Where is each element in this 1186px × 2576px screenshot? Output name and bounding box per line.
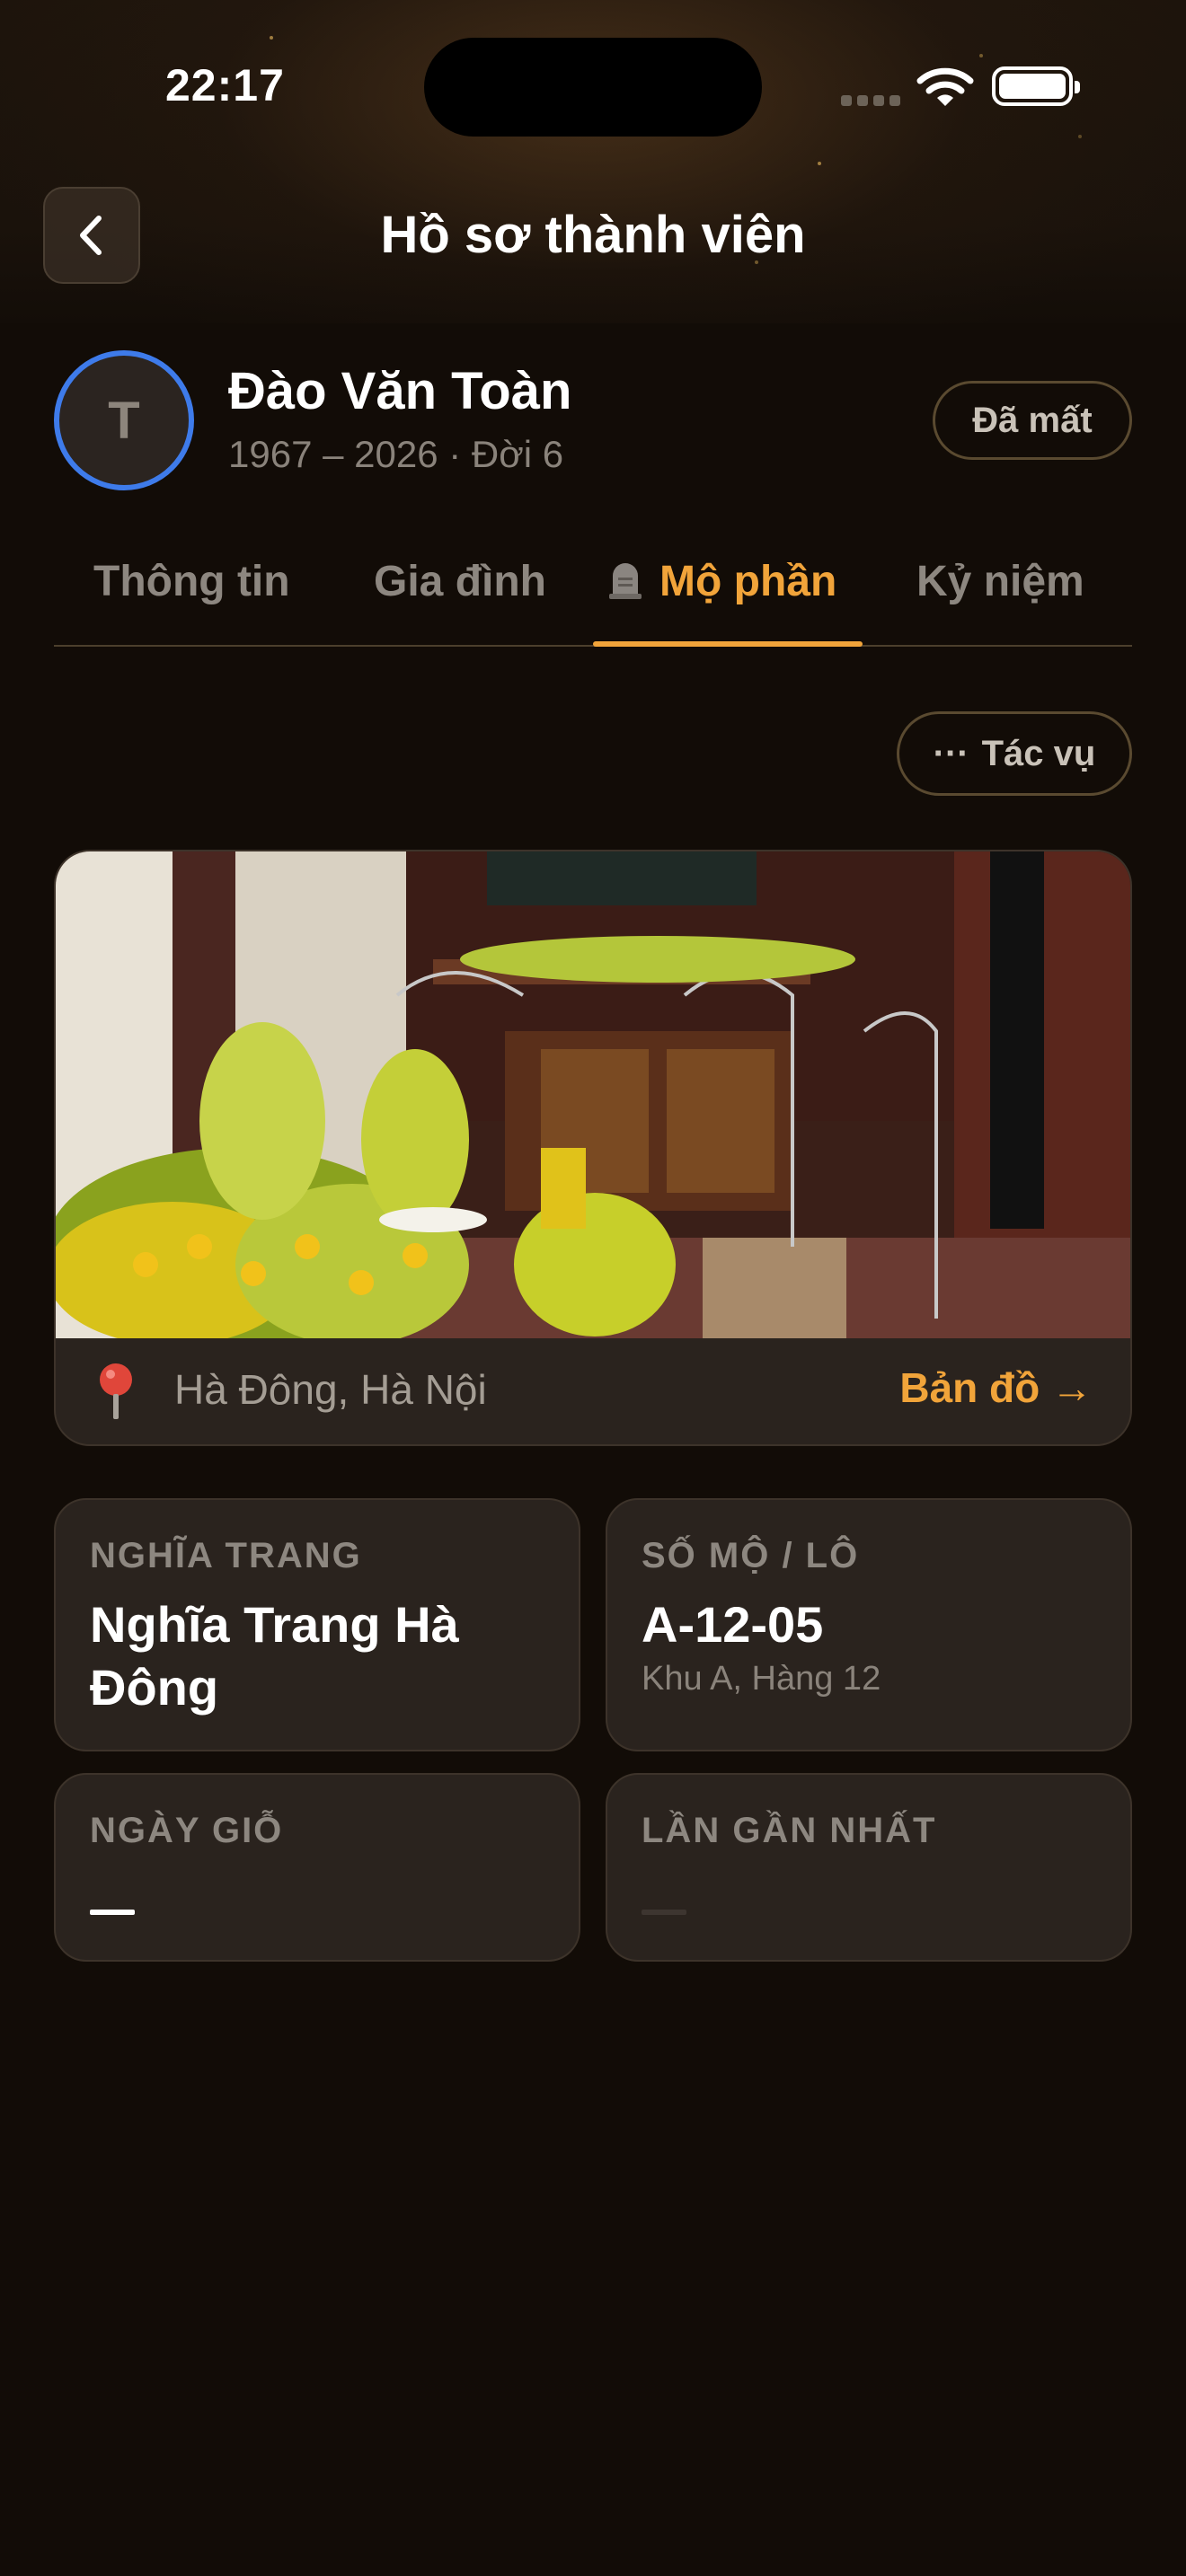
anniversary-value-empty — [90, 1910, 135, 1915]
more-icon: ··· — [933, 733, 969, 773]
grave-photo[interactable] — [56, 851, 1132, 1338]
dynamic-island — [424, 38, 762, 137]
avatar: T — [54, 350, 194, 490]
status-time: 22:17 — [165, 60, 285, 110]
anniversary-card: NGÀY GIỖ — [54, 1773, 580, 1962]
map-link[interactable]: Bản đồ → — [899, 1363, 1093, 1412]
tab-memories[interactable]: Kỷ niệm — [916, 557, 1084, 606]
avatar-letter: T — [108, 391, 140, 450]
page-title: Hồ sơ thành viên — [380, 206, 806, 264]
tab-bar: Thông tin Gia đình Mộ phần Kỷ niệm — [54, 539, 1132, 647]
tab-info[interactable]: Thông tin — [93, 557, 290, 606]
tab-label: Mộ phần — [659, 558, 837, 605]
signal-icon — [841, 95, 900, 106]
plot-detail: Khu A, Hàng 12 — [642, 1660, 881, 1698]
card-label: SỐ MỘ / LÔ — [642, 1536, 860, 1575]
profile-subtitle: 1967 – 2026 · Đời 6 — [228, 433, 564, 475]
actions-label: Tác vụ — [981, 733, 1096, 773]
tab-label: Thông tin — [93, 558, 290, 605]
profile-name: Đào Văn Toàn — [228, 362, 572, 420]
wifi-icon — [916, 67, 974, 106]
tombstone-icon — [609, 563, 642, 599]
last-visit-card: LẦN GẦN NHẤT — [606, 1773, 1132, 1962]
card-label: LẦN GẦN NHẤT — [642, 1811, 937, 1850]
battery-icon — [992, 66, 1080, 106]
cemetery-card: NGHĨA TRANG Nghĩa Trang Hà Đông — [54, 1498, 580, 1751]
tab-family[interactable]: Gia đình — [374, 557, 546, 606]
tab-grave[interactable]: Mộ phần — [604, 557, 836, 606]
card-label: NGHĨA TRANG — [90, 1536, 362, 1575]
plot-card: SỐ MỘ / LÔ A-12-05 Khu A, Hàng 12 — [606, 1498, 1132, 1751]
location-pin-icon — [100, 1363, 132, 1419]
tab-label: Kỷ niệm — [916, 558, 1084, 605]
active-tab-indicator — [593, 641, 863, 647]
cemetery-name: Nghĩa Trang Hà Đông — [90, 1596, 459, 1716]
grave-photo-card: Hà Đông, Hà Nội Bản đồ → — [54, 850, 1132, 1446]
tab-label: Gia đình — [374, 558, 546, 605]
actions-button[interactable]: ··· Tác vụ — [897, 711, 1132, 796]
plot-number: A-12-05 — [642, 1596, 824, 1653]
status-badge: Đã mất — [933, 381, 1132, 460]
grave-location: Hà Đông, Hà Nội — [174, 1366, 487, 1413]
last-visit-value-empty — [642, 1910, 686, 1915]
card-label: NGÀY GIỖ — [90, 1811, 284, 1850]
